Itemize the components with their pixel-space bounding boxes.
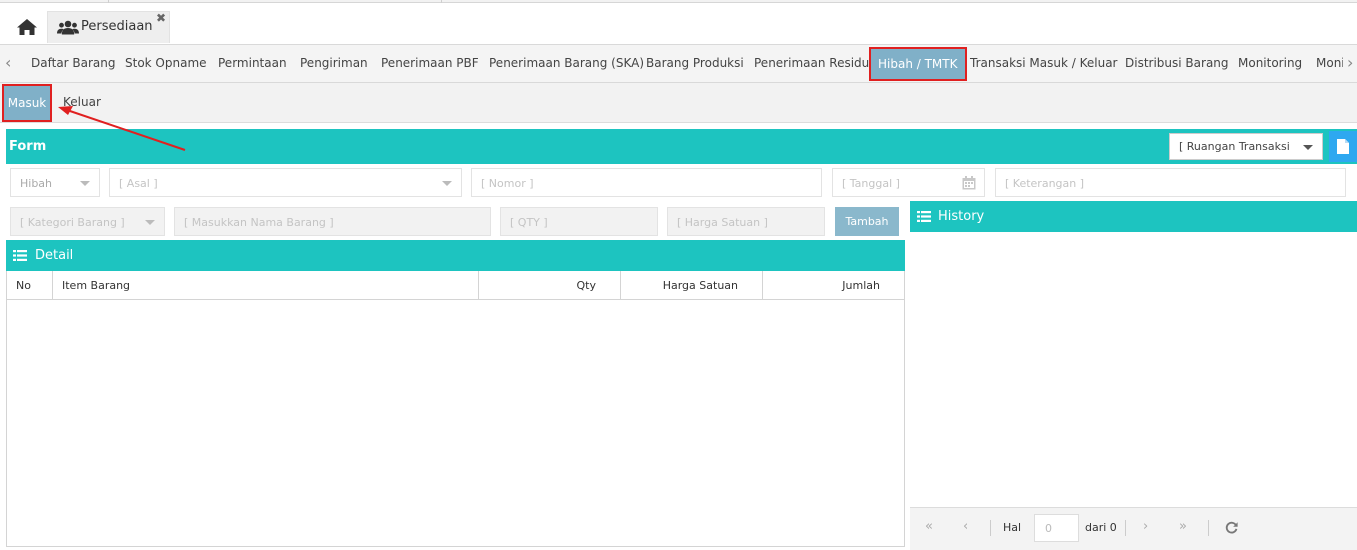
keterangan-input[interactable]: [ Keterangan ] [995,168,1346,197]
chevron-down-icon [80,181,90,186]
column-jumlah: Jumlah [762,271,904,300]
menu-pengiriman[interactable]: Pengiriman [300,56,368,70]
column-harga-satuan: Harga Satuan [620,271,762,300]
menu-transaksi-masuk-keluar[interactable]: Transaksi Masuk / Keluar [970,56,1117,70]
jenis-value: Hibah [20,177,53,190]
menu-permintaan[interactable]: Permintaan [218,56,287,70]
page-number-input[interactable]: 0 [1034,514,1079,542]
menu-monitoring[interactable]: Monitoring [1238,56,1302,70]
menu-penerimaan-residu[interactable]: Penerimaan Residu [754,56,869,70]
chevron-down-icon [145,220,155,225]
list-icon [13,250,27,261]
detail-header: Detail [6,240,905,271]
ruangan-transaksi-placeholder: [ Ruangan Transaksi [1179,140,1290,153]
chevron-down-icon [442,181,452,186]
history-title: History [938,209,985,224]
tanggal-input[interactable]: [ Tanggal ] [832,168,985,197]
kategori-barang-placeholder: [ Kategori Barang ] [20,216,125,229]
ruangan-transaksi-select[interactable]: [ Ruangan Transaksi [1169,133,1323,160]
menu-scroll-right-icon[interactable]: › [1347,53,1353,72]
detail-table-header: No Item Barang Qty Harga Satuan Jumlah [7,271,904,300]
refresh-icon[interactable] [1225,521,1238,534]
users-icon [57,20,79,35]
jenis-select[interactable]: Hibah [10,168,100,197]
menu-moni[interactable]: Moni [1316,56,1343,70]
history-list [910,232,1357,507]
submenu-masuk[interactable]: Masuk [2,84,52,122]
menu-penerimaan-pbf[interactable]: Penerimaan PBF [381,56,479,70]
last-page-icon[interactable]: » [1179,519,1187,534]
menu-daftar-barang[interactable]: Daftar Barang [31,56,116,70]
app-tab-label: Persediaan [81,19,153,34]
document-button[interactable] [1329,131,1357,162]
nama-barang-placeholder: [ Masukkan Nama Barang ] [184,216,334,229]
pager-total-label: dari 0 [1085,521,1117,534]
kategori-barang-select[interactable]: [ Kategori Barang ] [10,207,165,236]
form-header: Form [ Ruangan Transaksi [6,129,1357,164]
harga-satuan-placeholder: [ Harga Satuan ] [677,216,768,229]
close-tab-icon[interactable]: ✖ [156,11,166,25]
nomor-input[interactable]: [ Nomor ] [471,168,822,197]
prev-page-icon[interactable]: ‹ [963,519,968,534]
menu-scroll-left-icon[interactable]: ‹ [5,53,11,72]
pager-divider [990,520,991,536]
list-icon [917,211,931,222]
history-pager: « ‹ Hal 0 dari 0 › » [910,507,1357,550]
column-no: No [16,279,31,292]
asal-placeholder: [ Asal ] [119,177,158,190]
app-tab-persediaan[interactable]: Persediaan ✖ [47,11,170,43]
harga-satuan-input[interactable]: [ Harga Satuan ] [667,207,825,236]
history-header: History [910,201,1357,232]
next-page-icon[interactable]: › [1143,519,1148,534]
menu-distribusi-barang[interactable]: Distribusi Barang [1125,56,1229,70]
tambah-button[interactable]: Tambah [835,207,899,236]
nama-barang-input[interactable]: [ Masukkan Nama Barang ] [174,207,491,236]
sub-menu-bar: Masuk Keluar [0,83,1357,123]
detail-table: No Item Barang Qty Harga Satuan Jumlah [6,271,905,547]
detail-title: Detail [35,248,74,263]
app-tab-bar: Persediaan ✖ [0,3,1357,44]
first-page-icon[interactable]: « [925,519,933,534]
menu-stok-opname[interactable]: Stok Opname [125,56,207,70]
document-icon [1337,139,1349,154]
calendar-icon[interactable] [962,176,976,190]
form-title: Form [9,139,47,154]
qty-input[interactable]: [ QTY ] [500,207,658,236]
pager-hal-label: Hal [1003,521,1022,534]
column-qty: Qty [478,271,620,300]
qty-placeholder: [ QTY ] [510,216,548,229]
submenu-keluar[interactable]: Keluar [63,95,101,109]
home-icon [17,19,37,35]
tanggal-placeholder: [ Tanggal ] [842,177,900,190]
keterangan-placeholder: [ Keterangan ] [1005,177,1085,190]
module-menu-bar: ‹ Daftar Barang Stok Opname Permintaan P… [0,44,1357,83]
chevron-down-icon [1303,145,1313,150]
menu-barang-produksi[interactable]: Barang Produksi [646,56,744,70]
pager-divider [1208,520,1209,536]
asal-select[interactable]: [ Asal ] [109,168,462,197]
home-button[interactable] [10,13,42,41]
pager-divider [1125,520,1126,536]
column-item-barang: Item Barang [52,271,478,300]
menu-penerimaan-barang-ska[interactable]: Penerimaan Barang (SKA) [489,56,644,70]
menu-hibah-tmtk[interactable]: Hibah / TMTK [869,47,967,81]
nomor-placeholder: [ Nomor ] [481,177,534,190]
